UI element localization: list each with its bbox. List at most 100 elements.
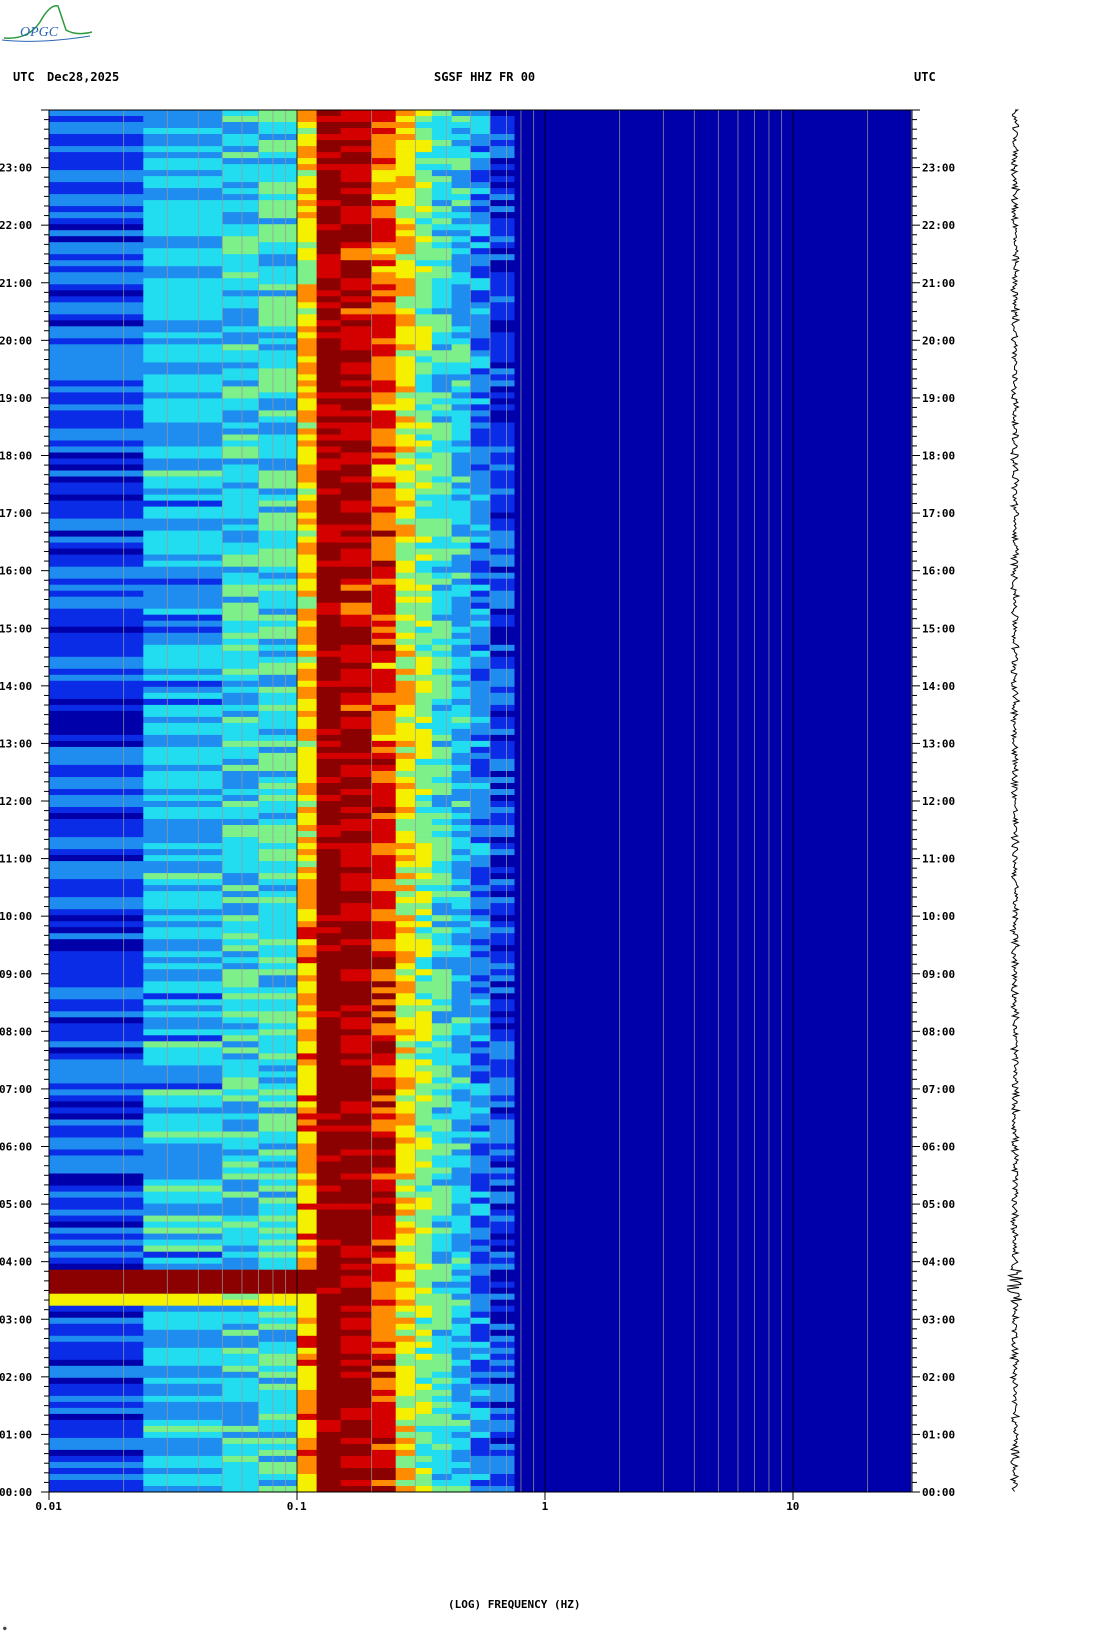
heatmap-cell xyxy=(451,891,471,898)
heatmap-cell xyxy=(431,398,452,405)
heatmap-cell xyxy=(431,1329,452,1337)
heatmap-cell xyxy=(451,1167,471,1174)
heatmap-cell xyxy=(297,1425,318,1433)
heatmap-cell xyxy=(395,260,416,267)
heatmap-cell xyxy=(297,1468,318,1475)
heatmap-cell xyxy=(431,1011,452,1018)
heatmap-cell xyxy=(222,1263,259,1271)
heatmap-cell xyxy=(395,170,416,177)
heatmap-cell xyxy=(222,542,259,550)
heatmap-cell xyxy=(395,152,416,159)
heatmap-cell xyxy=(371,1323,397,1331)
heatmap-cell xyxy=(371,801,397,808)
heatmap-cell xyxy=(258,398,298,405)
heatmap-cell xyxy=(470,1125,491,1132)
heatmap-cell xyxy=(316,386,342,393)
heatmap-cell xyxy=(340,795,373,802)
heatmap-cell xyxy=(258,1149,298,1156)
heatmap-cell xyxy=(451,1179,471,1186)
heatmap-cell xyxy=(470,464,491,471)
heatmap-cell xyxy=(371,434,397,441)
heatmap-cell xyxy=(395,1131,416,1138)
heatmap-cell xyxy=(371,1287,397,1295)
heatmap-cell xyxy=(490,212,515,219)
heatmap-cell xyxy=(297,110,318,117)
heatmap-cell xyxy=(316,1317,342,1325)
heatmap-cell xyxy=(431,951,452,958)
heatmap-cell xyxy=(340,626,373,634)
heatmap-cell xyxy=(371,374,397,381)
heatmap-cell xyxy=(371,458,397,465)
heatmap-cell xyxy=(431,861,452,868)
heatmap-cell xyxy=(258,428,298,435)
heatmap-cell xyxy=(371,861,397,868)
heatmap-cell xyxy=(340,722,373,730)
heatmap-cell xyxy=(490,1005,515,1012)
heatmap-cell xyxy=(143,1269,223,1277)
heatmap-cell xyxy=(451,915,471,922)
heatmap-cell xyxy=(470,1179,491,1186)
heatmap-cell xyxy=(395,266,416,273)
heatmap-cell xyxy=(415,272,433,279)
heatmap-cell xyxy=(490,1191,515,1199)
heatmap-cell xyxy=(316,614,342,622)
heatmap-cell xyxy=(395,1299,416,1307)
heatmap-cell xyxy=(258,915,298,922)
heatmap-cell xyxy=(395,1149,416,1156)
heatmap-cell xyxy=(258,512,298,520)
heatmap-cell xyxy=(415,446,433,453)
heatmap-cell xyxy=(49,434,144,441)
heatmap-cell xyxy=(258,1143,298,1150)
heatmap-cell xyxy=(258,266,298,273)
heatmap-cell xyxy=(415,740,433,748)
heatmap-cell xyxy=(143,1353,223,1361)
heatmap-cell xyxy=(297,1281,318,1289)
heatmap-cell xyxy=(222,1359,259,1367)
heatmap-cell xyxy=(415,1137,433,1144)
heatmap-cell xyxy=(222,1185,259,1193)
heatmap-cell xyxy=(297,566,318,574)
heatmap-cell xyxy=(222,482,259,489)
heatmap-cell xyxy=(470,1455,491,1463)
heatmap-cell xyxy=(431,746,452,754)
heatmap-cell xyxy=(395,1395,416,1403)
heatmap-cell xyxy=(451,656,471,664)
heatmap-cell xyxy=(395,398,416,405)
heatmap-cell xyxy=(316,849,342,856)
heatmap-cell xyxy=(316,1149,342,1156)
heatmap-cell xyxy=(451,825,471,832)
heatmap-cell xyxy=(316,470,342,477)
heatmap-cell xyxy=(415,680,433,688)
heatmap-cell xyxy=(415,1215,433,1223)
heatmap-cell xyxy=(470,740,491,748)
time-label-right: 17:00 xyxy=(922,507,955,520)
heatmap-cell xyxy=(470,1293,491,1301)
heatmap-cell xyxy=(49,260,144,267)
heatmap-cell xyxy=(490,1239,515,1247)
heatmap-cell xyxy=(49,1143,144,1150)
heatmap-cell xyxy=(222,170,259,177)
heatmap-cell xyxy=(49,933,144,940)
heatmap-cell xyxy=(49,795,144,802)
heatmap-cell xyxy=(143,110,223,117)
heatmap-cell xyxy=(371,897,397,904)
heatmap-cell xyxy=(470,590,491,598)
heatmap-cell xyxy=(415,476,433,483)
heatmap-cell xyxy=(316,260,342,267)
heatmap-cell xyxy=(222,320,259,327)
heatmap-cell xyxy=(297,500,318,508)
heatmap-cell xyxy=(297,867,318,874)
heatmap-cell xyxy=(451,1161,471,1168)
heatmap-cell xyxy=(297,464,318,471)
heatmap-cell xyxy=(258,362,298,369)
heatmap-cell xyxy=(395,248,416,255)
heatmap-cell xyxy=(258,476,298,483)
heatmap-cell xyxy=(415,825,433,832)
heatmap-cell xyxy=(451,224,471,231)
heatmap-cell xyxy=(470,506,491,514)
heatmap-cell xyxy=(490,638,515,646)
heatmap-cell xyxy=(316,1395,342,1403)
heatmap-cell xyxy=(143,290,223,297)
heatmap-cell xyxy=(395,993,416,1000)
heatmap-cell xyxy=(431,1317,452,1325)
